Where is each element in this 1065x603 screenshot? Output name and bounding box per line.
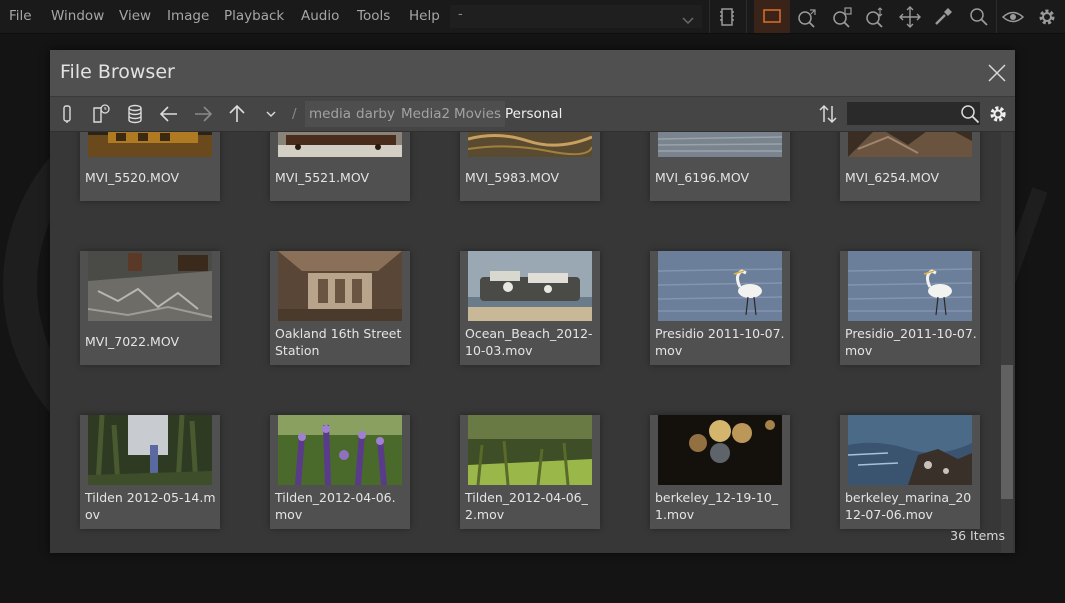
breadcrumb-movies[interactable]: Movies xyxy=(450,101,505,127)
breadcrumb-separator: / xyxy=(292,106,297,122)
file-name: Presidio_2011-10-07.mov xyxy=(845,326,977,358)
search-icon[interactable] xyxy=(966,4,992,30)
file-tile[interactable]: Tilden_2012-04-06_2.mov xyxy=(460,415,600,529)
chevron-down-icon[interactable] xyxy=(259,102,283,126)
thumbnail xyxy=(848,251,972,321)
thumbnail xyxy=(468,132,592,157)
film-strip-icon[interactable] xyxy=(714,4,740,30)
file-tile[interactable]: Ocean_Beach_2012-10-03.mov xyxy=(460,251,600,365)
file-name: berkeley_12-19-10_1.mov xyxy=(655,490,779,522)
thumbnail xyxy=(88,132,212,157)
file-tile[interactable]: Tilden_2012-04-06.mov xyxy=(270,415,410,529)
file-tile[interactable]: berkeley_marina_2012-07-06.mov xyxy=(840,415,980,529)
file-name: berkeley_marina_2012-07-06.mov xyxy=(845,490,972,522)
file-browser-titlebar[interactable]: File Browser xyxy=(50,50,1015,97)
thumbnail xyxy=(848,415,972,485)
menu-audio[interactable]: Audio xyxy=(301,0,339,33)
thumbnail xyxy=(658,132,782,157)
toolbar-divider xyxy=(996,0,997,33)
file-name: Tilden_2012-04-06_2.mov xyxy=(465,490,588,522)
vertical-scrollbar[interactable] xyxy=(1001,132,1013,553)
forward-arrow-icon[interactable] xyxy=(191,102,215,126)
menu-view[interactable]: View xyxy=(119,0,151,33)
file-name: Tilden 2012-05-14.mov xyxy=(85,490,216,522)
document-select[interactable]: - xyxy=(450,5,702,28)
file-name: Presidio 2011-10-07.mov xyxy=(655,326,785,358)
breadcrumb-personal[interactable]: Personal xyxy=(501,101,566,127)
database-icon[interactable] xyxy=(123,102,147,126)
file-tile[interactable]: Oakland 16th Street Station xyxy=(270,251,410,365)
file-grid: MVI_5520.MOV MVI_5521.MOV MVI_5983.MOV M… xyxy=(50,132,1015,553)
usb-drive-icon[interactable] xyxy=(55,102,79,126)
menu-window[interactable]: Window xyxy=(51,0,104,33)
menu-help[interactable]: Help xyxy=(409,0,440,33)
file-browser-window: File Browser / media darby Media2 Movies… xyxy=(50,50,1015,553)
menu-image[interactable]: Image xyxy=(167,0,209,33)
recent-files-icon[interactable] xyxy=(89,102,113,126)
file-tile[interactable]: MVI_5983.MOV xyxy=(460,132,600,201)
toolbar-divider xyxy=(746,0,747,33)
file-tile[interactable]: Tilden 2012-05-14.mov xyxy=(80,415,220,529)
file-browser-toolbar: / media darby Media2 Movies Personal xyxy=(50,97,1015,132)
item-count: 36 Items xyxy=(950,528,1005,543)
rectangle-select-icon[interactable] xyxy=(754,0,790,33)
file-tile[interactable]: Presidio 2011-10-07.mov xyxy=(650,251,790,365)
thumbnail xyxy=(278,251,402,321)
thumbnail xyxy=(278,415,402,485)
thumbnail xyxy=(468,415,592,485)
file-name: MVI_5520.MOV xyxy=(85,170,180,185)
thumbnail xyxy=(848,132,972,157)
thumbnail xyxy=(88,251,212,321)
file-tile[interactable]: MVI_5521.MOV xyxy=(270,132,410,201)
zoom-in-icon[interactable] xyxy=(829,4,855,30)
file-browser-title: File Browser xyxy=(60,61,175,83)
settings-icon[interactable] xyxy=(986,102,1010,126)
search-icon[interactable] xyxy=(958,102,982,126)
thumbnail xyxy=(468,251,592,321)
breadcrumb-media[interactable]: media xyxy=(305,101,356,127)
thumbnail xyxy=(658,251,782,321)
menu-file[interactable]: File xyxy=(9,0,32,33)
settings-icon[interactable] xyxy=(1034,4,1060,30)
file-tile[interactable]: Presidio_2011-10-07.mov xyxy=(840,251,980,365)
file-tile[interactable]: berkeley_12-19-10_1.mov xyxy=(650,415,790,529)
thumbnail xyxy=(278,132,402,157)
zoom-region-icon[interactable] xyxy=(862,4,888,30)
pan-icon[interactable] xyxy=(897,4,923,30)
close-icon[interactable] xyxy=(987,63,1007,83)
menu-tools[interactable]: Tools xyxy=(357,0,390,33)
file-name: MVI_5521.MOV xyxy=(275,170,370,185)
document-select-value: - xyxy=(458,7,463,22)
sort-icon[interactable] xyxy=(816,102,840,126)
menu-playback[interactable]: Playback xyxy=(224,0,284,33)
file-name: MVI_7022.MOV xyxy=(85,334,180,349)
file-tile[interactable]: MVI_7022.MOV xyxy=(80,251,220,365)
breadcrumb-darby[interactable]: darby xyxy=(352,101,399,127)
chevron-down-icon xyxy=(682,11,694,30)
file-name: MVI_6196.MOV xyxy=(655,170,750,185)
scrollbar-thumb[interactable] xyxy=(1001,365,1013,499)
menu-bar: File Window View Image Playback Audio To… xyxy=(0,0,1065,34)
file-tile[interactable]: MVI_6254.MOV xyxy=(840,132,980,201)
up-arrow-icon[interactable] xyxy=(225,102,249,126)
eyedropper-icon[interactable] xyxy=(930,4,956,30)
file-tile[interactable]: MVI_6196.MOV xyxy=(650,132,790,201)
file-name: MVI_6254.MOV xyxy=(845,170,940,185)
file-name: Tilden_2012-04-06.mov xyxy=(275,490,396,522)
back-arrow-icon[interactable] xyxy=(157,102,181,126)
view-icon[interactable] xyxy=(1000,4,1026,30)
file-tile[interactable]: MVI_5520.MOV xyxy=(80,132,220,201)
breadcrumb-media2[interactable]: Media2 xyxy=(397,101,455,127)
zoom-fit-icon[interactable] xyxy=(794,4,820,30)
thumbnail xyxy=(658,415,782,485)
file-name: Oakland 16th Street Station xyxy=(275,326,402,358)
thumbnail xyxy=(88,415,212,485)
toolbar-divider xyxy=(709,0,710,33)
file-name: MVI_5983.MOV xyxy=(465,170,560,185)
file-name: Ocean_Beach_2012-10-03.mov xyxy=(465,326,593,358)
